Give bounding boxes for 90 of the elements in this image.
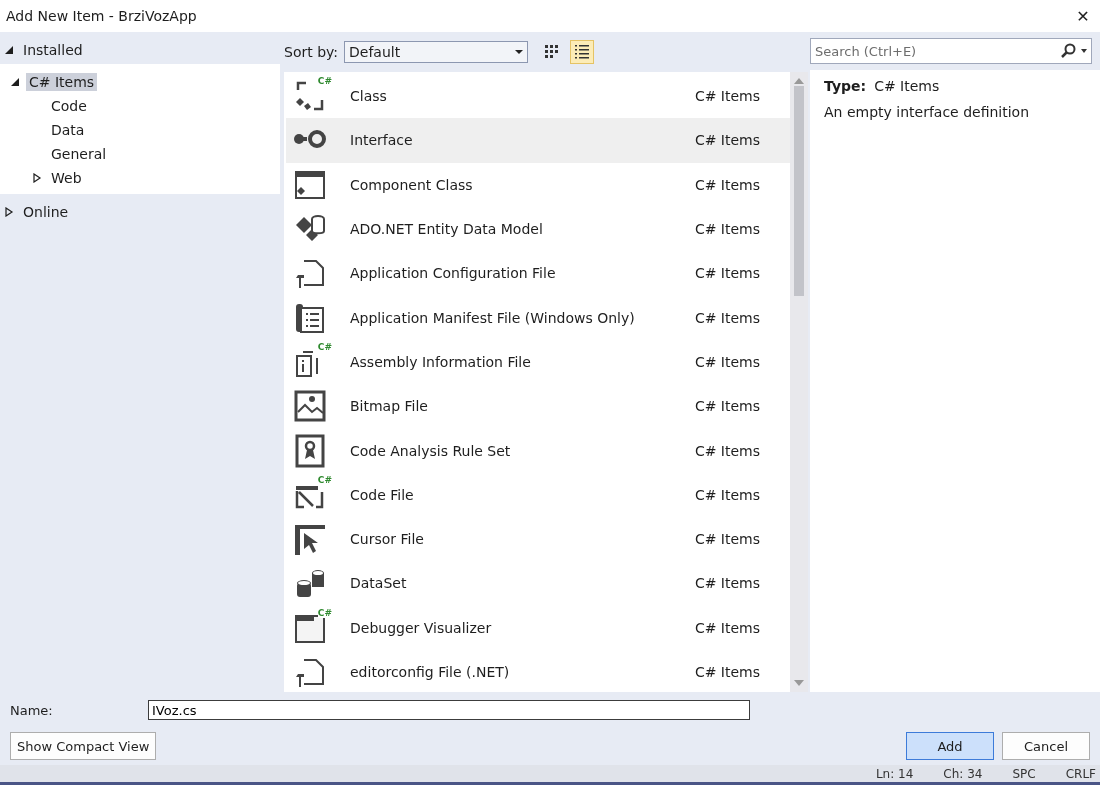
template-item[interactable]: editorconfig File (.NET) C# Items: [286, 649, 790, 692]
list-view-button[interactable]: [570, 40, 595, 64]
template-item[interactable]: Code Analysis Rule Set C# Items: [286, 428, 790, 473]
search-icon: [1060, 43, 1076, 59]
sort-dropdown[interactable]: Default: [344, 41, 529, 63]
tree-item[interactable]: C# Items: [26, 73, 98, 91]
template-category: C# Items: [694, 265, 760, 282]
template-category: C# Items: [694, 132, 760, 149]
template-item[interactable]: DataSet C# Items: [286, 561, 790, 606]
template-item[interactable]: ADO.NET Entity Data Model C# Items: [286, 206, 790, 252]
sort-label: Sort by:: [284, 44, 339, 60]
grid-icon: [545, 45, 560, 59]
template-name: Application Manifest File (Windows Only): [350, 309, 636, 326]
template-category: C# Items: [694, 88, 760, 105]
tree-item[interactable]: Data: [48, 121, 88, 139]
template-category: C# Items: [694, 442, 760, 459]
template-name: Assembly Information File: [350, 353, 532, 370]
collapsed-triangle-icon: [4, 207, 14, 217]
template-category: C# Items: [694, 619, 760, 636]
scroll-up-icon: [794, 78, 804, 84]
template-name: Code File: [350, 486, 415, 503]
template-name: Interface: [350, 132, 414, 149]
template-name: Application Configuration File: [350, 265, 557, 282]
template-item[interactable]: C# Assembly Information File C# Items: [286, 339, 790, 385]
close-button[interactable]: ✕: [1068, 1, 1098, 31]
badge: C#: [317, 341, 332, 352]
template-name: DataSet: [350, 575, 408, 592]
window-title: Add New Item - BrziVozApp: [6, 8, 197, 24]
type-value: C# Items: [874, 78, 940, 94]
tree-item[interactable]: Code: [48, 97, 90, 115]
list-icon: [575, 45, 590, 59]
template-item[interactable]: Bitmap File C# Items: [286, 384, 790, 429]
template-category: C# Items: [694, 176, 760, 193]
search-box[interactable]: Search (Ctrl+E): [810, 38, 1092, 64]
template-name: Bitmap File: [350, 398, 429, 415]
template-name: Class: [350, 88, 388, 105]
name-label: Name:: [10, 702, 54, 718]
dialog-button[interactable]: Show Compact View: [10, 732, 157, 760]
expanded-triangle-icon: [10, 77, 20, 87]
tree-item[interactable]: Web: [48, 169, 85, 187]
template-item[interactable]: C# Code File C# Items: [286, 472, 790, 517]
tree-item[interactable]: Installed: [20, 41, 86, 59]
template-name: Cursor File: [350, 531, 425, 548]
template-category: C# Items: [694, 486, 760, 503]
scroll-down-icon: [794, 680, 804, 686]
template-item[interactable]: Component Class C# Items: [286, 162, 790, 207]
template-name: Debugger Visualizer: [350, 619, 493, 636]
template-category: C# Items: [694, 531, 760, 548]
collapsed-triangle-icon: [32, 173, 42, 183]
tree-item[interactable]: Online: [20, 203, 72, 221]
status-text: CRLF: [1065, 766, 1096, 781]
caret-icon: [515, 50, 524, 54]
name-field[interactable]: IVoz.cs: [148, 700, 750, 720]
template-name: editorconfig File (.NET): [350, 664, 511, 680]
description: An empty interface definition: [824, 104, 1031, 120]
scrollbar[interactable]: [790, 72, 808, 692]
status-text: SPC: [1012, 766, 1036, 781]
template-item[interactable]: C# Class C# Items: [286, 74, 790, 119]
dialog-button[interactable]: Add: [906, 732, 994, 760]
collapse-toggle[interactable]: [4, 45, 14, 55]
tree-item[interactable]: General: [48, 145, 110, 163]
template-name: Component Class: [350, 176, 474, 193]
expand-toggle[interactable]: [4, 207, 14, 217]
expanded-triangle-icon: [4, 45, 14, 55]
template-category: C# Items: [694, 221, 760, 238]
expand-toggle[interactable]: [32, 173, 42, 183]
template-category: C# Items: [694, 575, 760, 592]
template-item[interactable]: Interface C# Items: [286, 118, 790, 163]
template-category: C# Items: [694, 398, 760, 415]
search-input[interactable]: Search (Ctrl+E): [811, 43, 1057, 59]
collapse-toggle[interactable]: [10, 77, 20, 87]
template-item[interactable]: Cursor File C# Items: [286, 516, 790, 562]
status-text: Ln: 14: [875, 766, 914, 781]
template-name: Code Analysis Rule Set: [350, 442, 512, 459]
badge: C#: [317, 76, 332, 87]
type-label: Type:: [824, 78, 867, 94]
template-name: ADO.NET Entity Data Model: [350, 221, 544, 238]
template-item[interactable]: C# Debugger Visualizer C# Items: [286, 605, 790, 650]
scroll-thumb[interactable]: [794, 86, 804, 296]
template-category: C# Items: [694, 353, 760, 370]
template-item[interactable]: Application Manifest File (Windows Only) C# Items: [286, 295, 790, 340]
badge: C#: [317, 474, 332, 485]
image-icon: [292, 388, 328, 425]
badge: C#: [317, 607, 332, 618]
caret-icon: [1081, 49, 1087, 53]
template-category: C# Items: [694, 664, 760, 680]
template-category: C# Items: [694, 309, 760, 326]
template-item[interactable]: Application Configuration File C# Items: [286, 251, 790, 296]
status-text: Ch: 34: [943, 766, 983, 781]
dialog-button[interactable]: Cancel: [1002, 732, 1090, 760]
